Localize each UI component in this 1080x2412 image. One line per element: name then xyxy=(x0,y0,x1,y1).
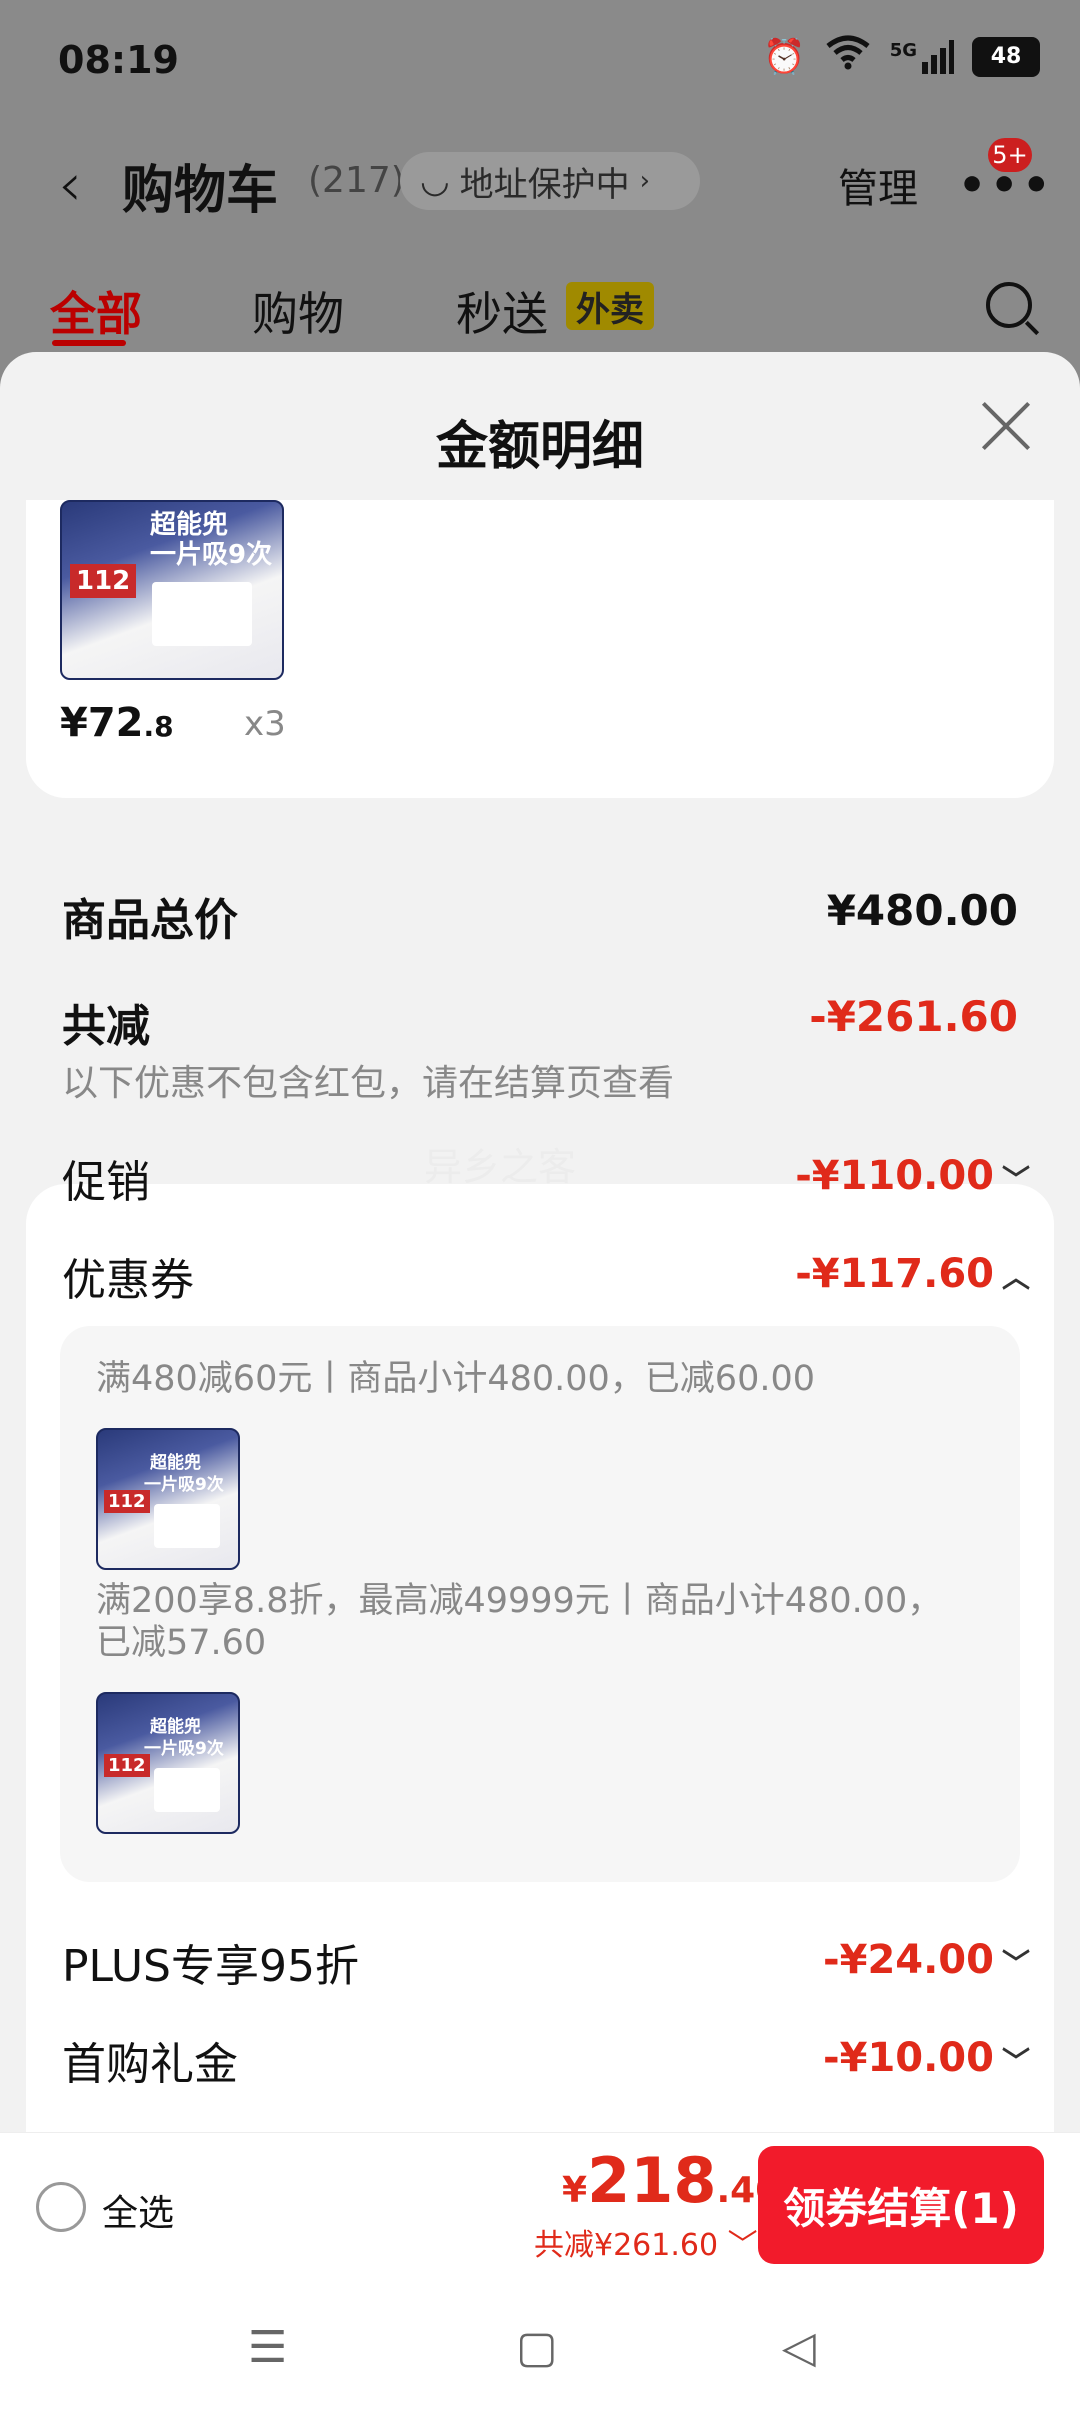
discount-label: 共减 xyxy=(62,1001,150,1052)
notification-badge: 5+ xyxy=(988,138,1032,172)
coupon-amount: -¥117.60 xyxy=(795,1251,994,1297)
promo-label: 促销 xyxy=(62,1157,150,1208)
back-icon[interactable]: ‹ xyxy=(58,150,82,220)
chevron-down-icon: ﹀ xyxy=(1001,2045,1030,2078)
total-payable: ¥218.40 xyxy=(562,2144,780,2217)
discount-amount: -¥261.60 xyxy=(809,992,1018,1041)
coupon-label: 优惠券 xyxy=(62,1255,194,1306)
total-price-amount: ¥480.00 xyxy=(826,886,1018,935)
battery-level: 48 xyxy=(990,44,1022,69)
select-all-checkbox[interactable] xyxy=(36,2182,86,2232)
discount-note: 以下优惠不包含红包，请在结算页查看 xyxy=(62,1063,675,1104)
product-image-text: 一片吸9次 xyxy=(150,540,273,570)
currency-symbol: ¥ xyxy=(562,2170,588,2211)
coupon-line: 满480减60元丨商品小计480.00，已减60.00 xyxy=(96,1359,816,1399)
coupon-line: 满200享8.8折，最高减49999元丨商品小计480.00，已减57.60 xyxy=(96,1581,943,1663)
battery-icon: 48 xyxy=(972,36,1040,77)
item-quantity: x3 xyxy=(244,704,286,744)
product-image-price: 112 xyxy=(70,564,137,598)
tab-shopping[interactable]: 购物 xyxy=(252,278,344,344)
coupon-row[interactable]: -¥117.60 ︿ xyxy=(795,1248,1030,1297)
product-image: 超能兜 一片吸9次 112 xyxy=(96,1428,240,1570)
status-time: 08:19 xyxy=(58,38,179,82)
wifi-icon xyxy=(824,34,872,79)
alarm-icon: ⏰ xyxy=(763,36,806,77)
back-nav-icon[interactable]: ◁ xyxy=(782,2322,816,2373)
checkout-button[interactable]: 领券结算(1) xyxy=(758,2146,1044,2264)
plus-discount-label: PLUS专享95折 xyxy=(62,1941,359,1992)
promo-amount: -¥110.00 xyxy=(795,1153,994,1199)
tab-all[interactable]: 全部 xyxy=(50,278,142,344)
address-protect-label: 地址保护中 xyxy=(459,164,630,205)
first-purchase-label: 首购礼金 xyxy=(62,2039,238,2090)
network-label: 5G xyxy=(889,39,917,61)
product-image-price: 112 xyxy=(104,1754,150,1777)
cart-count: (217) xyxy=(308,160,405,201)
promo-row[interactable]: -¥110.00 ﹀ xyxy=(795,1150,1030,1199)
signal-icon: 5G xyxy=(889,39,954,74)
first-purchase-amount: -¥10.00 xyxy=(823,2035,994,2081)
takeaway-tag: 外卖 xyxy=(566,282,654,330)
plus-discount-amount: -¥24.00 xyxy=(823,1937,994,1983)
total-int: 218 xyxy=(587,2144,717,2217)
product-image: 超能兜 一片吸9次 112 xyxy=(96,1692,240,1834)
chevron-down-icon: ﹀ xyxy=(1001,1947,1030,1980)
close-icon[interactable] xyxy=(978,398,1034,454)
search-icon[interactable] xyxy=(986,282,1032,328)
product-image-text: 一片吸9次 xyxy=(144,1475,224,1495)
product-image-price: 112 xyxy=(104,1490,150,1513)
item-price-main: ¥72 xyxy=(60,700,144,746)
chevron-up-icon: ︿ xyxy=(1001,1261,1030,1294)
product-box-graphic xyxy=(154,1504,220,1548)
plus-discount-row[interactable]: -¥24.00 ﹀ xyxy=(823,1934,1030,1983)
status-bar: 08:19 ⏰ 5G 48 xyxy=(0,0,1080,120)
item-price: ¥72.8 xyxy=(60,700,174,746)
saved-amount-toggle[interactable]: 共减¥261.60 ﹀ xyxy=(534,2220,758,2264)
status-icons: ⏰ 5G 48 xyxy=(763,34,1040,79)
menu-icon[interactable]: ☰ xyxy=(248,2322,287,2373)
smile-icon: ◡ xyxy=(420,161,450,201)
manage-button[interactable]: 管理 xyxy=(838,156,918,214)
sheet-title: 金额明细 xyxy=(435,417,644,477)
tab-express[interactable]: 秒送 xyxy=(456,278,548,344)
first-purchase-row[interactable]: -¥10.00 ﹀ xyxy=(823,2032,1030,2081)
chevron-down-icon: ﹀ xyxy=(727,2228,758,2263)
tab-indicator xyxy=(52,340,126,346)
product-box-graphic xyxy=(154,1768,220,1812)
home-icon[interactable]: ▢ xyxy=(516,2322,558,2373)
select-all-label[interactable]: 全选 xyxy=(102,2184,174,2236)
item-price-decimal: .8 xyxy=(143,710,174,743)
total-price-label: 商品总价 xyxy=(62,895,238,946)
product-image-text: 一片吸9次 xyxy=(144,1739,224,1759)
product-image[interactable]: 超能兜 一片吸9次 112 xyxy=(60,500,284,680)
address-protect-chip[interactable]: ◡ 地址保护中 › xyxy=(400,152,700,210)
product-box-graphic xyxy=(152,582,252,646)
chevron-right-icon: › xyxy=(639,166,651,196)
watermark: 异乡之客 xyxy=(424,1145,577,1189)
saved-amount: 共减¥261.60 xyxy=(534,2228,719,2263)
page-title: 购物车 xyxy=(122,161,279,221)
chevron-down-icon: ﹀ xyxy=(1001,1163,1030,1196)
